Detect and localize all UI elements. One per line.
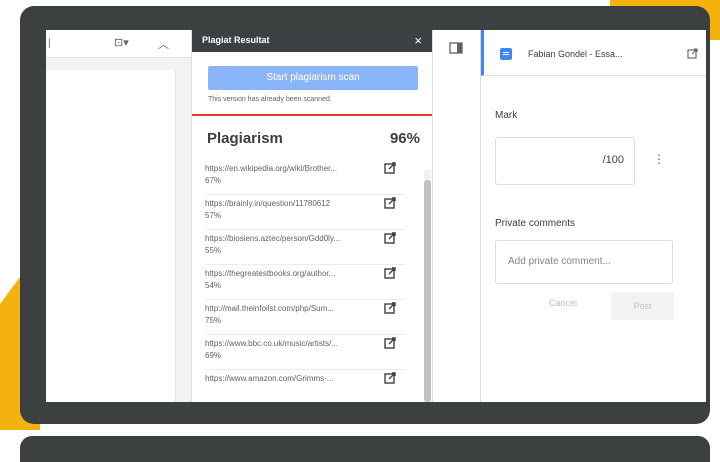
result-row[interactable]: https://brainly.in/question/11780612 57% <box>205 195 405 230</box>
close-icon[interactable]: × <box>414 33 422 48</box>
screen: | ⊡▾ ︿ Plagiat Resultat × Start plagiari… <box>46 30 706 402</box>
post-button[interactable]: Post <box>611 292 674 320</box>
scrollbar-thumb[interactable] <box>424 180 431 402</box>
side-panel-icon[interactable] <box>449 42 463 54</box>
plagiarism-heading: Plagiarism <box>207 130 283 147</box>
file-tab[interactable]: Fabian Gondel - Essa... <box>481 30 706 76</box>
open-external-icon[interactable] <box>384 162 396 174</box>
result-url[interactable]: http://mail.theinfoilst.com/php/Sum... <box>205 304 375 313</box>
divider-line <box>192 114 432 116</box>
result-row[interactable]: https://www.bbc.co.uk/music/artists/... 6… <box>205 335 405 370</box>
start-scan-button[interactable]: Start plagiarism scan <box>208 66 418 90</box>
document-icon <box>500 48 512 60</box>
open-external-icon[interactable] <box>384 232 396 244</box>
plagiarism-summary: Plagiarism 96% <box>192 128 432 160</box>
file-name: Fabian Gondel - Essa... <box>528 49 623 59</box>
open-external-icon[interactable] <box>384 337 396 349</box>
panel-title: Plagiat Resultat <box>202 35 270 45</box>
result-row[interactable]: http://mail.theinfoilst.com/php/Sum... 75… <box>205 300 405 335</box>
result-percent: 75% <box>205 316 222 325</box>
plagiarism-panel: Plagiat Resultat × Start plagiarism scan… <box>191 30 433 402</box>
result-url[interactable]: https://thegreatestbooks.org/author... <box>205 269 375 278</box>
result-row[interactable]: https://biosiens.aztec/person/Gdd0ly... 5… <box>205 230 405 265</box>
grading-panel: Fabian Gondel - Essa... Mark /100 ⋮ Priv… <box>481 30 706 402</box>
cancel-button[interactable]: Cancel <box>549 298 577 308</box>
result-row[interactable]: https://thegreatestbooks.org/author... 54… <box>205 265 405 300</box>
document-page[interactable] <box>46 70 176 402</box>
result-url[interactable]: https://www.amazon.com/Grimms-... <box>205 374 375 383</box>
doc-toolbar: | ⊡▾ ︿ <box>46 30 191 58</box>
toolbar-edge-icon: | <box>48 38 51 49</box>
document-area: | ⊡▾ ︿ <box>46 30 191 402</box>
results-list: https://en.wikipedia.org/wiki/Brother...… <box>192 160 432 402</box>
open-external-icon[interactable] <box>384 372 396 384</box>
result-percent: 67% <box>205 176 222 185</box>
image-icon[interactable]: ⊡▾ <box>114 36 129 49</box>
open-external-icon[interactable] <box>384 302 396 314</box>
result-row[interactable]: https://en.wikipedia.org/wiki/Brother...… <box>205 160 405 195</box>
result-url[interactable]: https://brainly.in/question/11780612 <box>205 199 375 208</box>
result-url[interactable]: https://biosiens.aztec/person/Gdd0ly... <box>205 234 375 243</box>
result-percent: 69% <box>205 351 222 360</box>
more-options-icon[interactable]: ⋮ <box>653 152 665 166</box>
result-url[interactable]: https://www.bbc.co.uk/music/artists/... <box>205 339 375 348</box>
open-external-icon[interactable] <box>384 197 396 209</box>
overall-percent: 96% <box>389 130 420 147</box>
open-external-icon[interactable] <box>687 48 698 59</box>
scan-note: This version has already been scanned. <box>208 96 332 103</box>
panel-header: Plagiat Resultat × <box>192 30 432 52</box>
private-comment-placeholder: Add private comment... <box>508 256 611 267</box>
result-row[interactable]: https://www.amazon.com/Grimms-... <box>205 370 405 402</box>
open-external-icon[interactable] <box>384 267 396 279</box>
result-percent: 55% <box>205 246 222 255</box>
private-comments-label: Private comments <box>495 218 576 229</box>
mark-label: Mark <box>495 110 518 121</box>
mark-input[interactable]: /100 <box>495 137 635 185</box>
private-comment-input[interactable]: Add private comment... <box>495 240 673 284</box>
result-percent: 54% <box>205 281 222 290</box>
mark-denominator: /100 <box>602 154 624 166</box>
chevron-up-icon[interactable]: ︿ <box>158 36 169 52</box>
laptop-base <box>20 436 710 462</box>
result-url[interactable]: https://en.wikipedia.org/wiki/Brother... <box>205 164 375 173</box>
result-percent: 57% <box>205 211 222 220</box>
side-toggle-strip <box>433 30 481 402</box>
